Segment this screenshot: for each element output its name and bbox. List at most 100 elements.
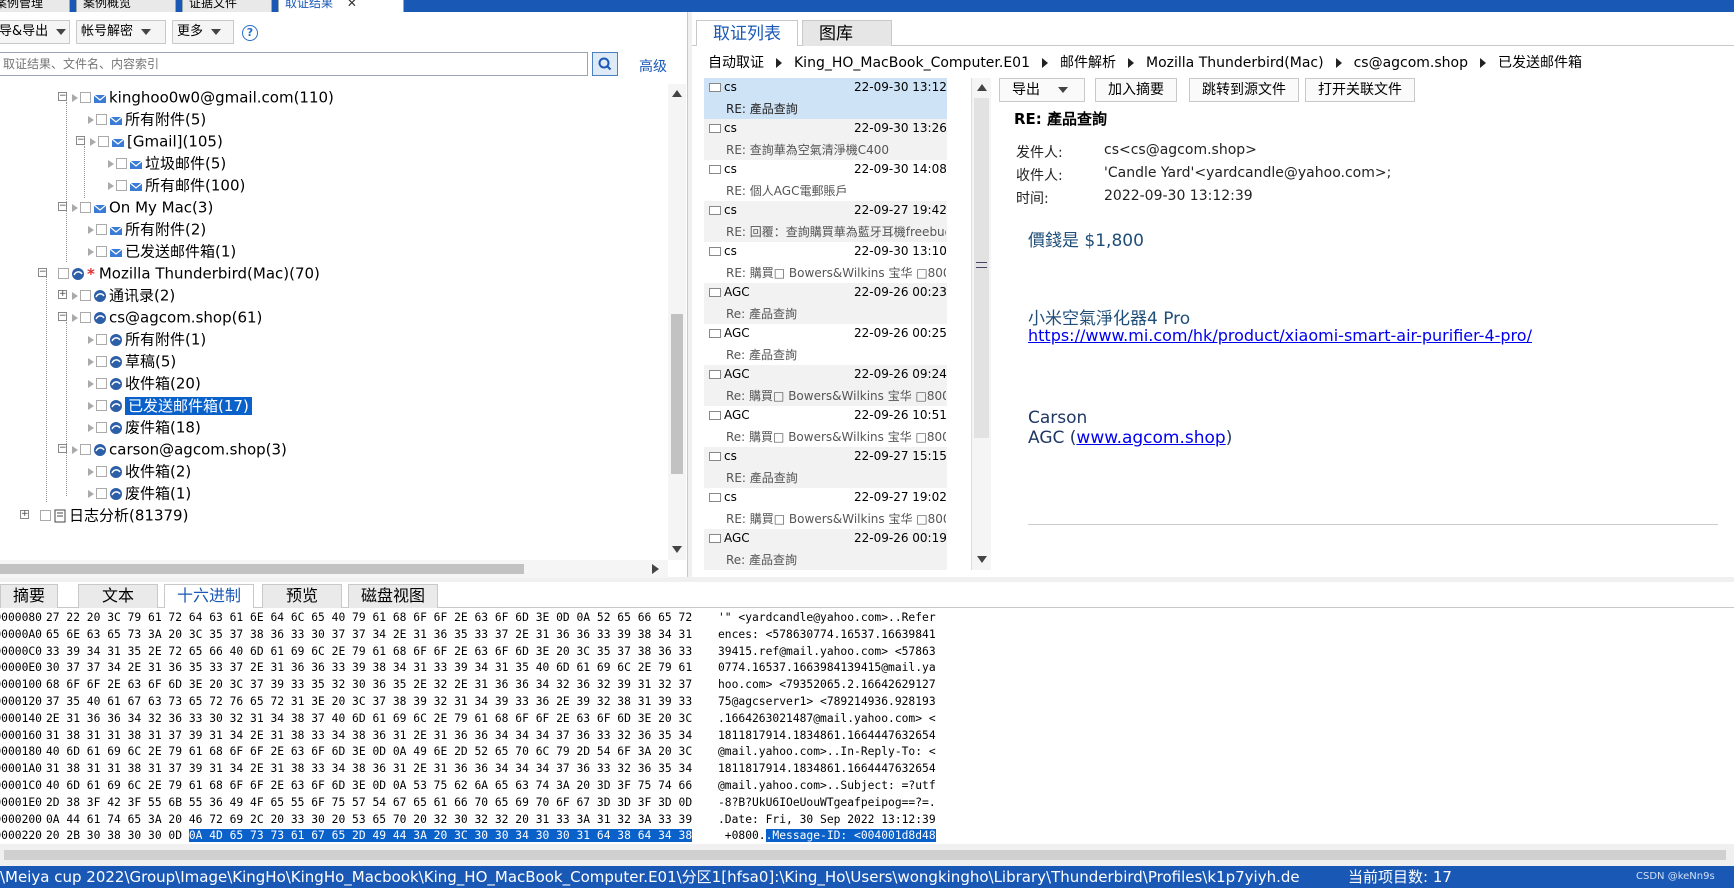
expand-icon[interactable]: + [58,290,67,299]
tree-checkbox[interactable] [40,510,51,521]
tab-hex[interactable]: 十六进制 [164,584,255,608]
tree-checkbox[interactable] [80,444,91,455]
tree-node-cs-attachments[interactable]: 所有附件(1) [88,328,206,350]
mail-list-item[interactable]: cs 22-09-30 13:10 RE: 購買□ Bowers&Wilkins 宝… [704,242,947,283]
scroll-down-icon[interactable] [977,556,987,563]
tree-node-thunderbird[interactable]: − * Mozilla Thunderbird(Mac)(70) [38,262,320,284]
collapse-icon[interactable]: − [58,312,67,321]
tree-node-cs-drafts[interactable]: 草稿(5) [88,350,176,372]
tree-checkbox[interactable] [80,92,91,103]
breadcrumb-item[interactable]: 邮件解析 [1060,55,1116,71]
tab-gallery[interactable]: 图库 [802,20,892,46]
export-dropdown[interactable]: 导&导出 [0,20,70,44]
tab-disk-view[interactable]: 磁盘视图 [348,584,439,608]
tab-summary[interactable]: 摘要 [0,584,59,608]
tree-checkbox[interactable] [96,114,107,125]
export-button[interactable]: 导出 [999,78,1085,102]
tree-checkbox[interactable] [96,224,107,235]
hex-horizontal-scrollbar[interactable] [0,846,1734,864]
tree-node-cs-inbox[interactable]: 收件箱(20) [88,372,201,394]
tree-checkbox[interactable] [116,158,127,169]
jump-to-source-button[interactable]: 跳转到源文件 [1189,78,1299,102]
tree-checkbox[interactable] [96,488,107,499]
tree-checkbox[interactable] [96,400,107,411]
tree-checkbox[interactable] [96,466,107,477]
search-input[interactable] [0,52,588,76]
tree-node-cs-account[interactable]: − cs@agcom.shop(61) [58,306,262,328]
collapse-icon[interactable]: − [58,202,67,211]
tab-case-management[interactable]: 案例管理 [0,0,70,12]
mail-list-item[interactable]: AGC 22-09-26 00:23 Re: 產品查詢 [704,283,947,324]
add-summary-button[interactable]: 加入摘要 [1095,78,1177,102]
email-body-url[interactable]: https://www.mi.com/hk/product/xiaomi-sma… [1028,326,1532,345]
tab-forensic-results[interactable]: 取证结果 ✕ [278,0,404,12]
tree-node-log-analysis[interactable]: + 日志分析(81379) [20,504,188,526]
tree-checkbox[interactable] [58,268,69,279]
scroll-thumb[interactable] [671,314,683,474]
close-icon[interactable]: ✕ [347,0,357,10]
tab-evidence-list[interactable]: 取证列表 [696,20,798,46]
scroll-down-icon[interactable] [672,546,682,553]
scroll-thumb[interactable] [0,564,524,574]
scroll-up-icon[interactable] [977,84,987,91]
tree-node-on-my-mac[interactable]: − On My Mac(3) [58,196,213,218]
tree-node-carson-account[interactable]: − carson@agcom.shop(3) [58,438,287,460]
more-dropdown[interactable]: 更多 [172,20,234,44]
tree-node-gmail-folder[interactable]: − [Gmail](105) [76,130,223,152]
tree-node-carson-trash[interactable]: 废件箱(1) [88,482,191,504]
mail-list-item[interactable]: AGC 22-09-26 00:25 Re: 產品查詢 [704,324,947,365]
scroll-up-icon[interactable] [672,90,682,97]
tree-vertical-scrollbar[interactable] [668,84,686,560]
mail-list-item[interactable]: cs 22-09-27 19:42 RE: 回覆：查詢購買華為藍牙耳機freebud… [704,201,947,242]
tab-evidence-files[interactable]: 证据文件 [182,0,272,12]
tree-checkbox[interactable] [96,422,107,433]
tree-node-mac-sent[interactable]: 已发送邮件箱(1) [88,240,236,262]
tree-node-carson-inbox[interactable]: 收件箱(2) [88,460,191,482]
open-related-button[interactable]: 打开关联文件 [1305,78,1415,102]
collapse-icon[interactable]: − [38,268,47,277]
breadcrumb-item[interactable]: King_HO_MacBook_Computer.E01 [794,55,1030,71]
mail-list-item[interactable]: AGC 22-09-26 10:51 Re: 購買□ Bowers&Wilkins … [704,406,947,447]
scroll-thumb[interactable] [974,98,989,438]
expand-icon[interactable]: + [20,510,29,519]
tree-checkbox[interactable] [96,378,107,389]
collapse-icon[interactable]: − [58,92,67,101]
tree-checkbox[interactable] [96,334,107,345]
help-icon[interactable]: ? [242,25,258,41]
tree-checkbox[interactable] [80,312,91,323]
tree-checkbox[interactable] [80,202,91,213]
tree-node-cs-trash[interactable]: 废件箱(18) [88,416,201,438]
tab-preview[interactable]: 预览 [262,584,342,608]
tree-node-cs-sent[interactable]: 已发送邮件箱(17) [88,394,252,416]
hex-viewer[interactable]: 00000080 27 22 20 3C 79 61 72 64 63 61 6E… [0,608,1734,860]
mail-list-item[interactable]: cs 22-09-30 14:08 RE: 個人AGC電郵賬戶 [704,160,947,201]
breadcrumb-item[interactable]: 已发送邮件箱 [1498,55,1582,71]
tree-node-gmail-attachments[interactable]: 所有附件(5) [88,108,206,130]
mail-list-item[interactable]: cs 22-09-30 13:12 RE: 產品查詢 [704,78,947,119]
tree-checkbox[interactable] [80,290,91,301]
mail-list-item[interactable]: cs 22-09-27 19:02 RE: 購買□ Bowers&Wilkins 宝… [704,488,947,529]
account-decrypt-dropdown[interactable]: 帐号解密 [76,20,166,44]
collapse-icon[interactable]: − [58,444,67,453]
scroll-right-icon[interactable] [652,564,659,574]
tree-checkbox[interactable] [96,246,107,257]
tree-node-mac-attachments[interactable]: 所有附件(2) [88,218,206,240]
tree-node-gmail-spam[interactable]: 垃圾邮件(5) [108,152,226,174]
breadcrumb-item[interactable]: 自动取证 [708,55,764,71]
mail-list-item[interactable]: cs 22-09-27 15:15 RE: 產品查詢 [704,447,947,488]
search-button[interactable] [592,52,618,76]
collapse-icon[interactable]: − [76,136,85,145]
tree-checkbox[interactable] [116,180,127,191]
tree-node-gmail-all-mail[interactable]: 所有邮件(100) [108,174,245,196]
tab-text[interactable]: 文本 [78,584,158,608]
tree-checkbox[interactable] [96,356,107,367]
tree-horizontal-scrollbar[interactable] [0,560,668,578]
breadcrumb-item[interactable]: Mozilla Thunderbird(Mac) [1146,55,1324,71]
signature-link[interactable]: www.agcom.shop [1076,428,1225,448]
tab-case-overview[interactable]: 案例概览 [76,0,176,12]
scroll-thumb[interactable] [4,850,1726,860]
breadcrumb-item[interactable]: cs@agcom.shop [1354,55,1468,71]
tree-node-gmail-account[interactable]: − kinghoo0w0@gmail.com(110) [58,86,334,108]
mail-list-scrollbar[interactable] [971,78,991,570]
tree-node-contacts[interactable]: + 通讯录(2) [58,284,175,306]
